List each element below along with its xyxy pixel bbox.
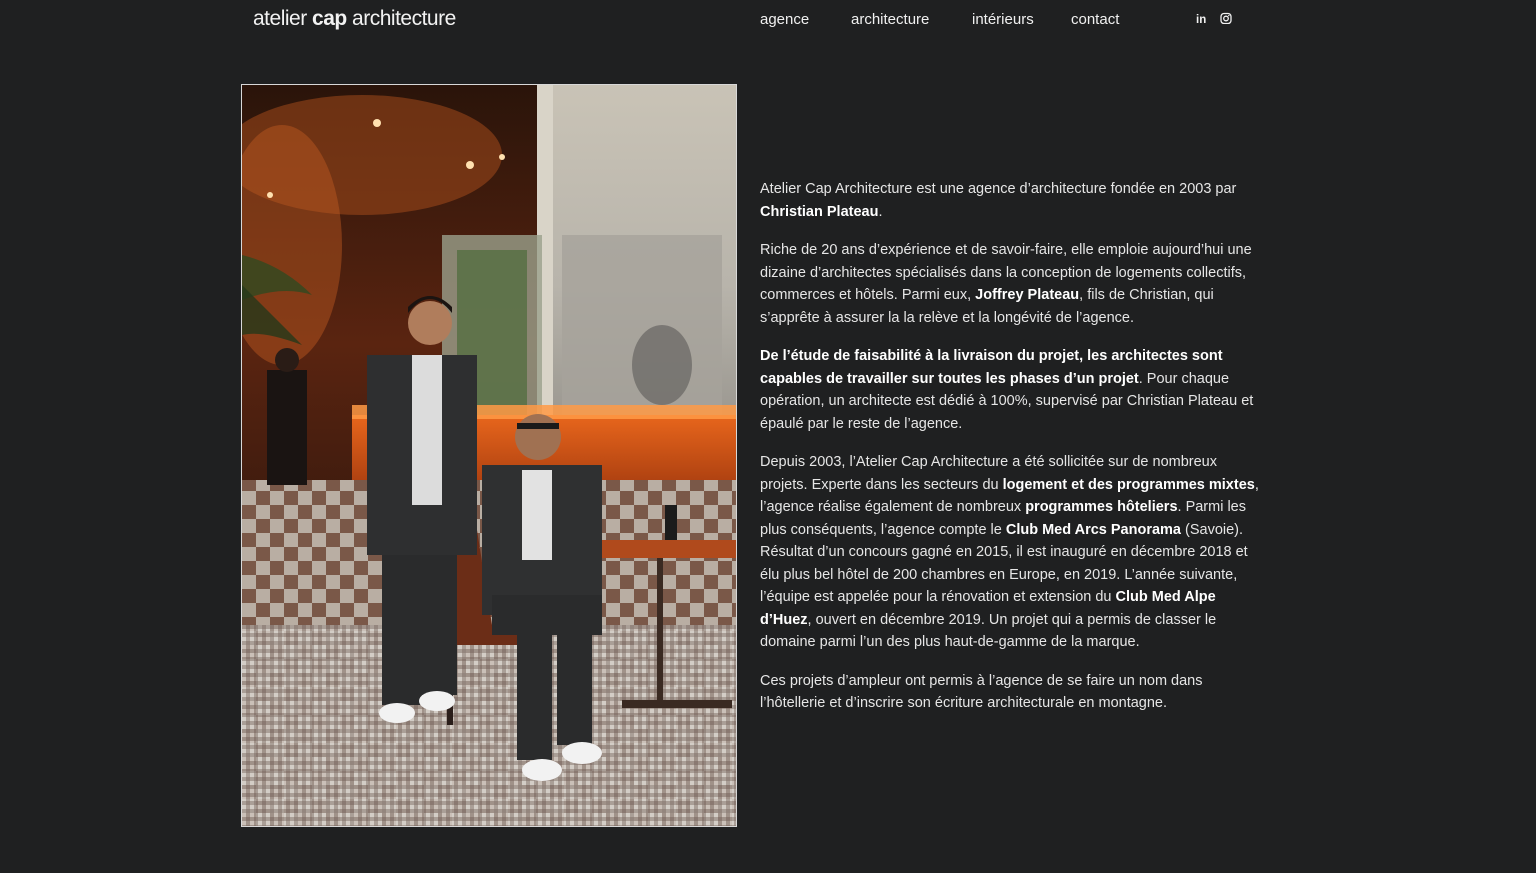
projects-highlight-arcs: Club Med Arcs Panorama [1005,521,1181,538]
successor-name: Joffrey Plateau [975,287,1080,303]
site-header: atelier cap architecture agence architec… [0,0,1536,40]
linkedin-icon-text: in [1196,14,1206,26]
projects-text-5: , ouvert en décembre 2019. Un projet qui… [760,611,1217,651]
agency-description: Atelier Cap Architecture est une agence … [760,178,1260,731]
nav-interieurs[interactable]: intérieurs [972,11,1034,28]
intro-end: . [878,203,883,220]
founder-name: Christian Plateau [760,203,879,220]
logo-part-atelier: atelier [253,7,313,30]
paragraph-phases: De l’étude de faisabilité à la livraison… [760,345,1260,435]
paragraph-conclusion: Ces projets d’ampleur ont permis à l’age… [760,670,1260,715]
nav-architecture[interactable]: architecture [851,11,929,28]
paragraph-intro: Atelier Cap Architecture est une agence … [760,178,1260,223]
instagram-icon[interactable] [1220,12,1232,28]
intro-text: Atelier Cap Architecture est une agence … [760,181,1237,197]
conclusion-text: Ces projets d’ampleur ont permis à l’age… [760,672,1203,712]
nav-contact[interactable]: contact [1071,11,1119,28]
logo-part-architecture: architecture [346,7,456,30]
team-photo [241,84,737,827]
projects-highlight-hotels: programmes hôteliers [1025,499,1178,515]
paragraph-projects: Depuis 2003, l’Atelier Cap Architecture … [760,451,1260,654]
site-logo[interactable]: atelier cap architecture [253,7,456,31]
nav-agence[interactable]: agence [760,11,809,28]
linkedin-icon[interactable]: in [1196,12,1209,28]
projects-highlight-housing: logement et des programmes mixtes [1002,476,1255,493]
logo-part-cap: cap [312,7,347,30]
paragraph-experience: Riche de 20 ans d’expérience et de savoi… [760,239,1260,329]
